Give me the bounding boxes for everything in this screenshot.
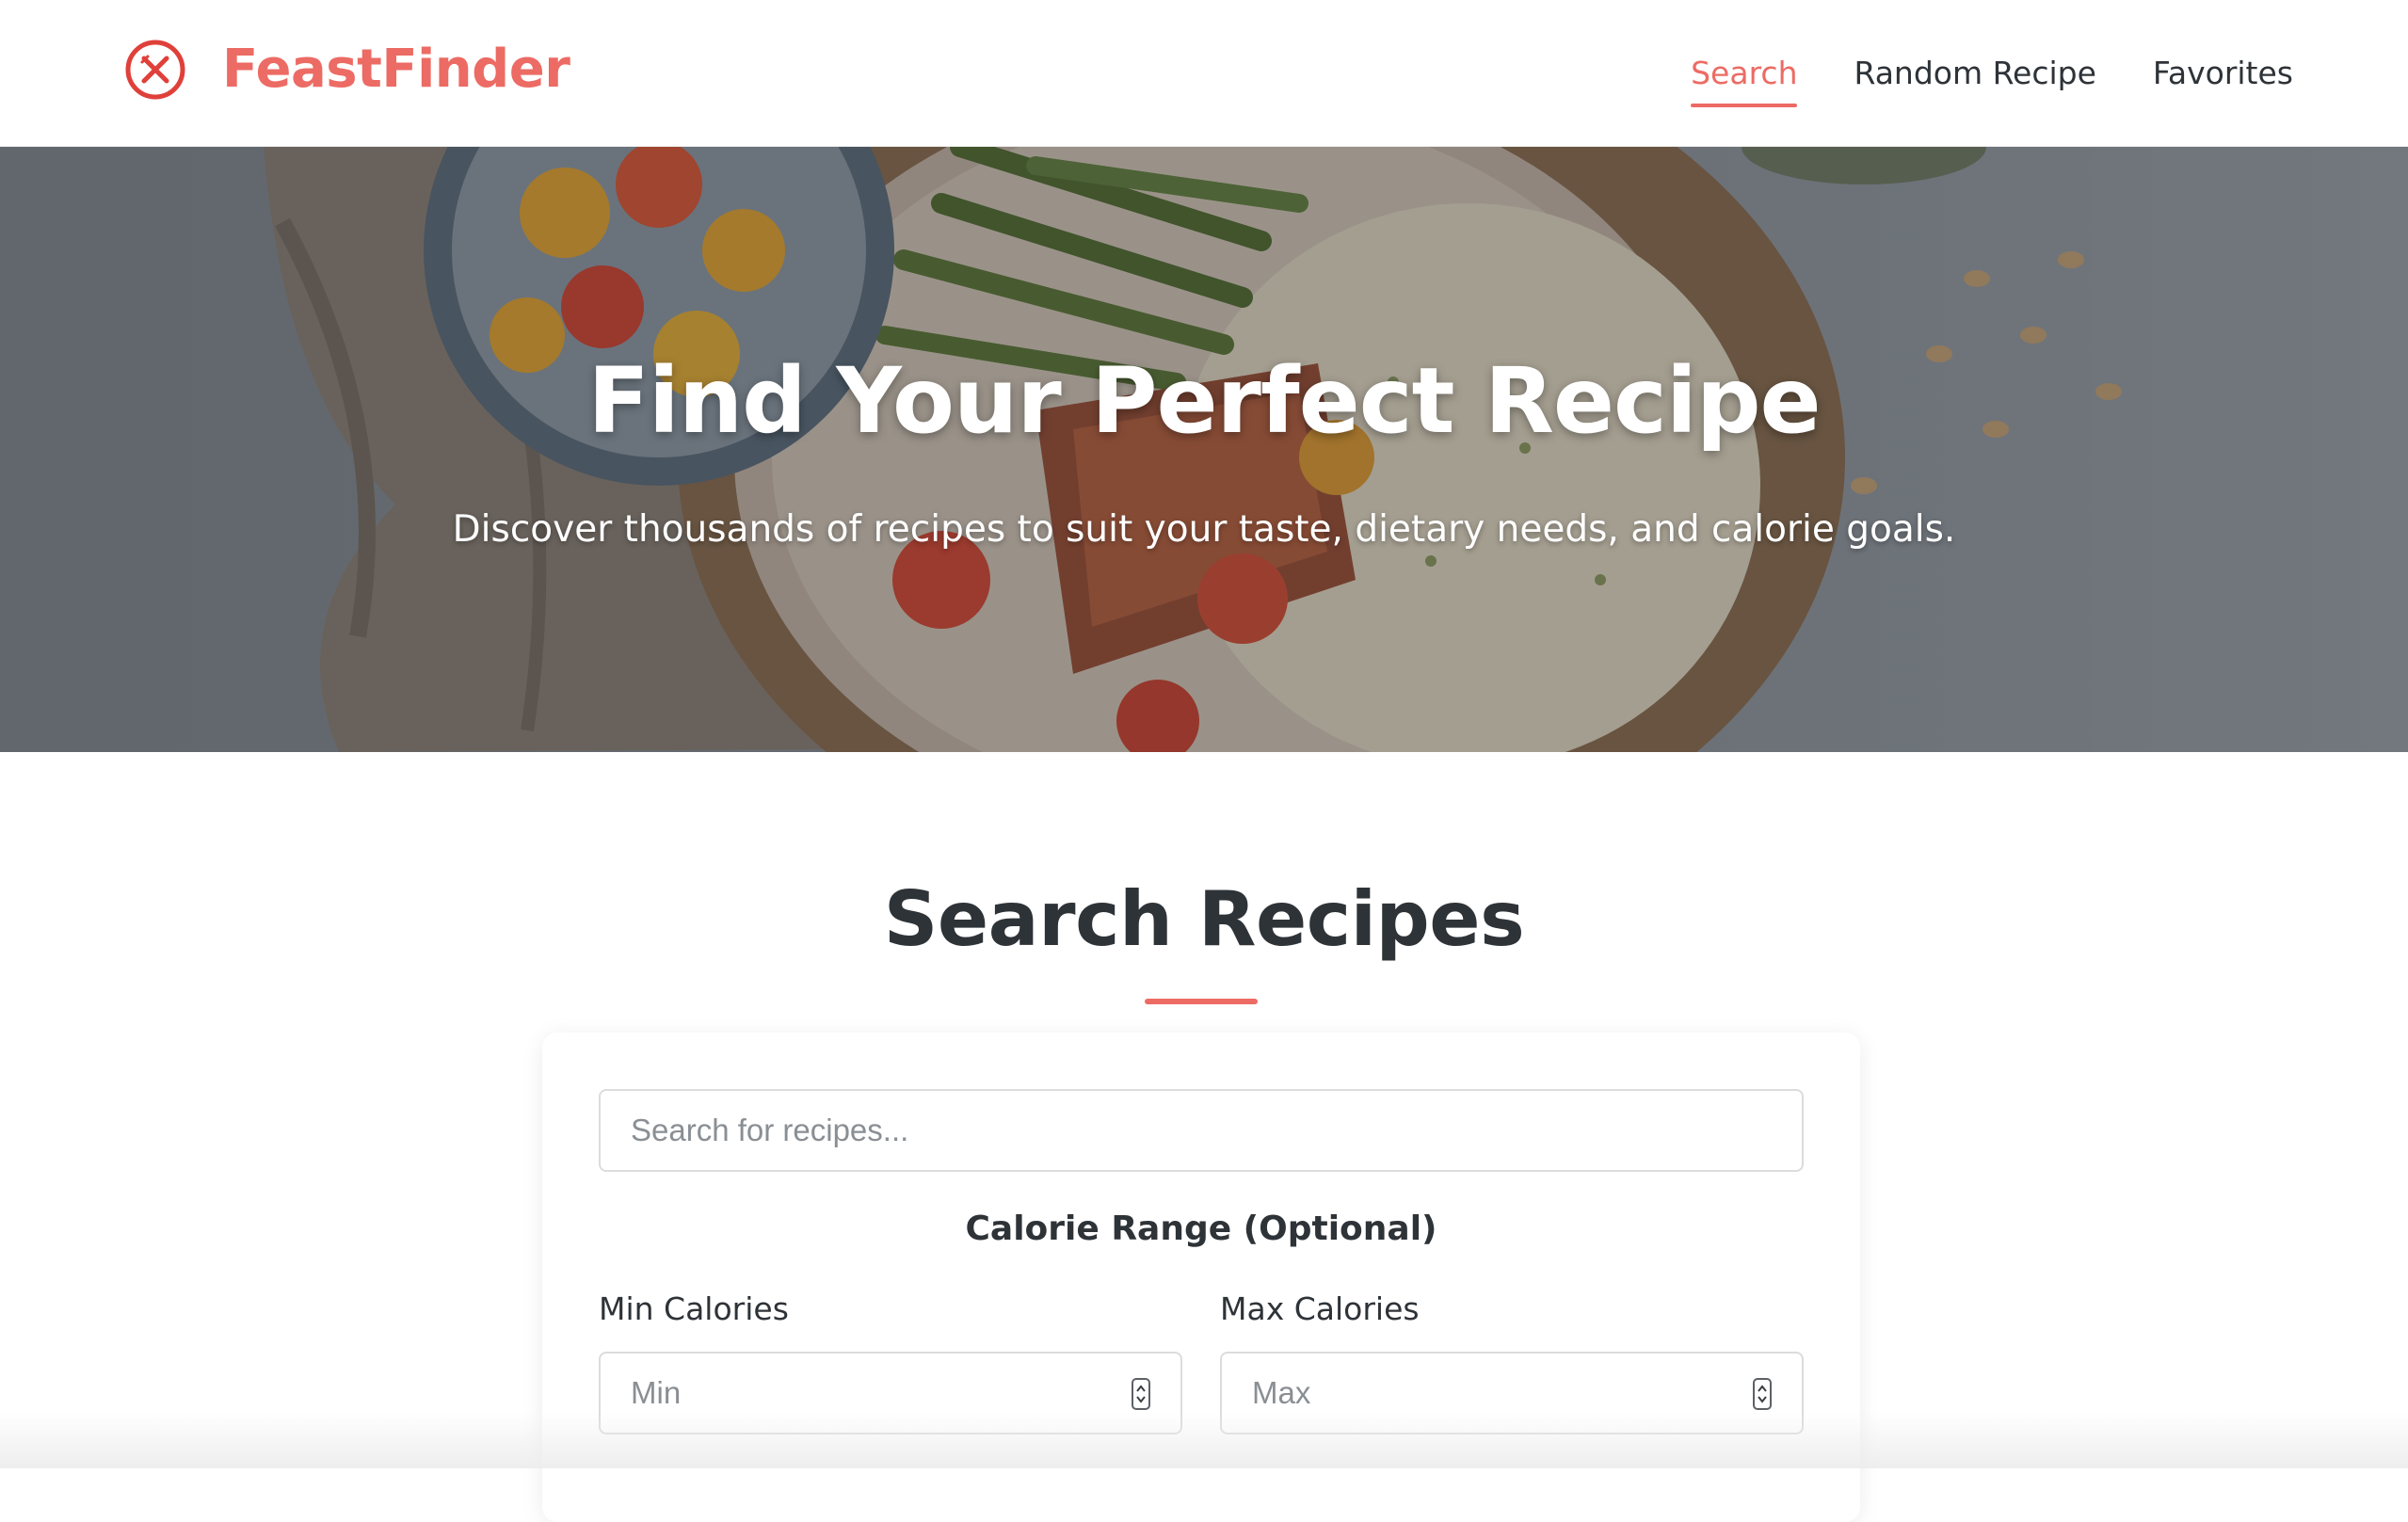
min-calories-label: Min Calories <box>599 1290 789 1327</box>
search-input[interactable] <box>599 1089 1804 1172</box>
nav-random-recipe[interactable]: Random Recipe <box>1854 55 2095 92</box>
min-calories-field <box>599 1352 1182 1434</box>
search-card: Calorie Range (Optional) Min Calories Ma… <box>542 1033 1860 1522</box>
nav-favorites[interactable]: Favorites <box>2153 55 2293 92</box>
site-header: FeastFinder Search Random Recipe Favorit… <box>0 0 2408 147</box>
max-calories-label: Max Calories <box>1220 1290 1420 1327</box>
max-calories-input[interactable] <box>1222 1354 1730 1433</box>
calorie-range-title: Calorie Range (Optional) <box>965 1210 1437 1248</box>
max-calories-spinner-icon[interactable] <box>1753 1378 1772 1410</box>
section-title: Search Recipes <box>883 875 1525 963</box>
hero-banner: Find Your Perfect Recipe Discover thousa… <box>0 147 2408 752</box>
min-calories-input[interactable] <box>601 1354 1109 1433</box>
nav-search[interactable]: Search <box>1691 55 1798 107</box>
utensils-circle-icon <box>125 40 185 100</box>
max-calories-field <box>1220 1352 1804 1434</box>
min-calories-spinner-icon[interactable] <box>1132 1378 1150 1410</box>
logo-link[interactable]: FeastFinder <box>124 39 570 101</box>
logo-text: FeastFinder <box>222 39 570 100</box>
hero-title: Find Your Perfect Recipe <box>587 348 1821 454</box>
hero-subtitle: Discover thousands of recipes to suit yo… <box>452 508 1956 551</box>
title-underline <box>1145 999 1258 1004</box>
main-nav: Search Random Recipe Favorites <box>1634 0 2293 147</box>
